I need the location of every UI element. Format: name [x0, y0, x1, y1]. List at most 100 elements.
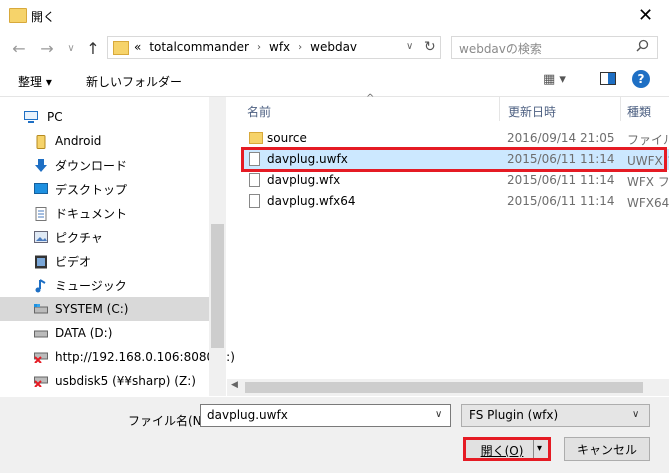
- download-icon: [34, 159, 48, 172]
- refresh-icon[interactable]: ↻: [424, 39, 436, 55]
- breadcrumb-overflow[interactable]: «: [134, 40, 141, 54]
- scroll-left-icon[interactable]: ◀: [231, 380, 238, 390]
- file-name: davplug.wfx64: [267, 194, 356, 208]
- navigation-pane: PC Android ダウンロード デスクトップ ドキュメント ピクチャ ビデオ…: [0, 97, 235, 396]
- column-header-name[interactable]: 名前: [247, 103, 271, 120]
- column-header-type[interactable]: 種類: [627, 103, 651, 120]
- forward-button[interactable]: →: [36, 37, 58, 59]
- nav-item-network-i[interactable]: http://192.168.0.106:8080 (I:): [0, 345, 235, 369]
- breadcrumb-item[interactable]: webdav: [310, 40, 357, 54]
- folder-icon: [249, 132, 263, 144]
- column-divider[interactable]: [620, 97, 621, 121]
- file-name: davplug.wfx: [267, 173, 341, 187]
- view-options-icon[interactable]: ▦ ▾: [543, 72, 566, 87]
- picture-icon: [34, 231, 48, 243]
- chevron-down-icon[interactable]: ∨: [435, 409, 442, 420]
- folder-icon: [9, 8, 27, 23]
- file-date: 2015/06/11 11:14: [507, 194, 615, 208]
- nav-item-label: http://192.168.0.106:8080 (I:): [55, 350, 235, 364]
- cancel-button[interactable]: キャンセル: [564, 437, 650, 461]
- dialog-footer: ファイル名(N): davplug.uwfx ∨ FS Plugin (wfx)…: [0, 397, 669, 473]
- organize-button[interactable]: 整理 ▾: [18, 73, 52, 90]
- chevron-down-icon[interactable]: ∨: [406, 41, 413, 52]
- window-title: 開く: [31, 10, 56, 24]
- file-row-davplug-wfx[interactable]: davplug.wfx 2015/06/11 11:14 WFX ファ: [241, 170, 669, 191]
- nav-scrollbar-thumb[interactable]: [211, 224, 224, 348]
- up-button[interactable]: ↑: [82, 37, 104, 59]
- filename-value: davplug.uwfx: [207, 408, 288, 422]
- breadcrumb-separator[interactable]: ›: [257, 42, 261, 53]
- chevron-down-icon[interactable]: ▾: [537, 443, 542, 454]
- nav-item-videos[interactable]: ビデオ: [0, 249, 209, 273]
- close-button[interactable]: ✕: [622, 0, 669, 31]
- breadcrumb-item[interactable]: wfx: [269, 40, 290, 54]
- filename-label: ファイル名(N):: [128, 414, 211, 428]
- video-icon: [34, 255, 48, 269]
- file-icon: [249, 194, 260, 208]
- file-type: ファイル フ: [627, 133, 669, 147]
- breadcrumb: « totalcommander › wfx › webdav: [134, 40, 357, 54]
- search-icon[interactable]: [636, 39, 649, 56]
- horizontal-scrollbar[interactable]: ◀: [227, 379, 669, 396]
- filename-input[interactable]: davplug.uwfx ∨: [200, 404, 451, 427]
- command-bar: 整理 ▾ 新しいフォルダー ▦ ▾ ?: [0, 66, 669, 97]
- nav-item-pc[interactable]: PC: [0, 105, 209, 129]
- desktop-icon: [34, 183, 48, 195]
- drive-icon: [34, 303, 48, 315]
- help-icon[interactable]: ?: [632, 70, 650, 88]
- file-list: ^ 名前 更新日時 種類 source 2016/09/14 21:05 ファイ…: [227, 93, 669, 396]
- file-date: 2015/06/11 11:14: [507, 173, 615, 187]
- file-date: 2016/09/14 21:05: [507, 131, 615, 145]
- file-row-davplug-wfx64[interactable]: davplug.wfx64 2015/06/11 11:14 WFX64 フ: [241, 191, 669, 212]
- open-button[interactable]: 開く(O) ▾: [463, 437, 551, 461]
- column-header-date[interactable]: 更新日時: [508, 103, 556, 120]
- file-type-filter[interactable]: FS Plugin (wfx) ∨: [461, 404, 650, 427]
- address-bar[interactable]: « totalcommander › wfx › webdav ∨ ↻: [107, 36, 441, 59]
- nav-item-downloads[interactable]: ダウンロード: [0, 153, 209, 177]
- pc-icon: [24, 111, 38, 123]
- preview-pane-icon[interactable]: [600, 72, 616, 85]
- chevron-down-icon[interactable]: ∨: [632, 409, 639, 420]
- breadcrumb-separator[interactable]: ›: [298, 42, 302, 53]
- nav-item-pictures[interactable]: ピクチャ: [0, 225, 209, 249]
- nav-item-label: ビデオ: [55, 254, 92, 269]
- nav-item-music[interactable]: ミュージック: [0, 273, 209, 297]
- nav-item-data-d[interactable]: DATA (D:): [0, 321, 209, 345]
- file-name: source: [267, 131, 307, 145]
- highlight-annotation: [241, 147, 667, 172]
- column-divider[interactable]: [499, 97, 500, 121]
- search-input[interactable]: webdavの検索: [451, 36, 658, 59]
- network-drive-icon: [34, 375, 48, 388]
- nav-item-label: ドキュメント: [55, 206, 128, 221]
- breadcrumb-item[interactable]: totalcommander: [149, 40, 249, 54]
- nav-item-label: ダウンロード: [55, 158, 128, 173]
- title-bar: 開く ✕: [0, 0, 669, 31]
- document-icon: [34, 207, 48, 221]
- filter-value: FS Plugin (wfx): [469, 408, 559, 422]
- file-icon: [249, 173, 260, 187]
- nav-item-label: PC: [47, 110, 63, 124]
- new-folder-button[interactable]: 新しいフォルダー: [86, 73, 182, 90]
- nav-item-desktop[interactable]: デスクトップ: [0, 177, 209, 201]
- file-row-source[interactable]: source 2016/09/14 21:05 ファイル フ: [241, 128, 669, 149]
- split-divider: [533, 440, 534, 458]
- file-type: WFX64 フ: [627, 196, 669, 210]
- nav-item-documents[interactable]: ドキュメント: [0, 201, 209, 225]
- phone-icon: [34, 135, 48, 149]
- nav-item-label: ピクチャ: [55, 230, 103, 245]
- nav-item-label: ミュージック: [55, 278, 127, 293]
- nav-item-label: SYSTEM (C:): [55, 302, 129, 316]
- horizontal-scrollbar-thumb[interactable]: [245, 382, 643, 393]
- nav-item-label: Android: [55, 134, 102, 148]
- nav-item-label: デスクトップ: [55, 182, 128, 197]
- open-button-label: 開く(O): [480, 444, 524, 458]
- nav-item-system-c[interactable]: SYSTEM (C:): [0, 297, 209, 321]
- network-drive-icon: [34, 351, 48, 364]
- search-placeholder: webdavの検索: [459, 42, 542, 56]
- nav-item-network-z[interactable]: usbdisk5 (¥¥sharp) (Z:): [0, 369, 209, 393]
- back-button[interactable]: ←: [8, 37, 30, 59]
- recent-locations-button[interactable]: ∨: [60, 37, 82, 59]
- nav-item-label: DATA (D:): [55, 326, 113, 340]
- nav-item-android[interactable]: Android: [0, 129, 209, 153]
- drive-icon: [34, 327, 48, 339]
